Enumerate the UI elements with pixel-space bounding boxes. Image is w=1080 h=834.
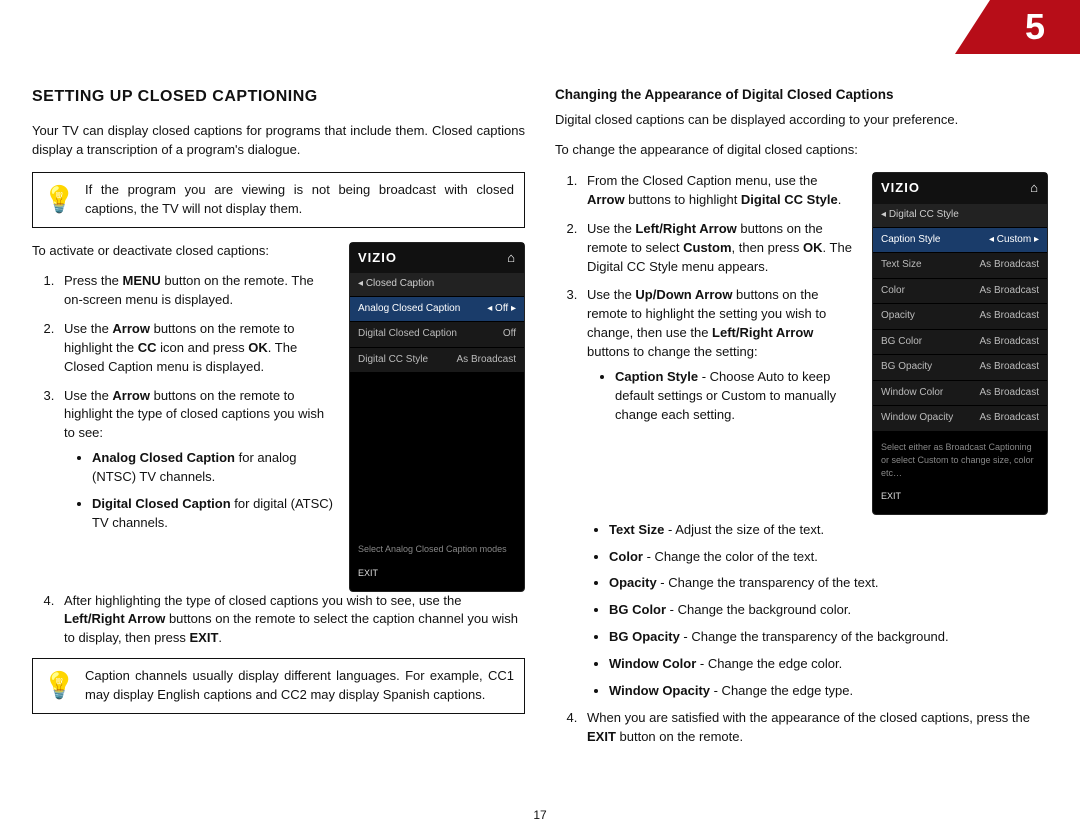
back-icon: ◂ [881, 209, 886, 220]
brand-label: VIZIO [881, 179, 920, 198]
tip-text: If the program you are viewing is not be… [85, 181, 514, 219]
tip-box-2: 💡 Caption channels usually display diffe… [32, 658, 525, 714]
menu-row: OpacityAs Broadcast [873, 303, 1047, 329]
brand-label: VIZIO [358, 249, 397, 268]
page-tab-angle [955, 0, 990, 54]
r-step-3: Use the Up/Down Arrow buttons on the rem… [581, 286, 858, 424]
r-bullet-bg-color: BG Color - Change the background color. [609, 601, 1048, 620]
menu-row-analog: Analog Closed Caption◂ Off ▸ [350, 296, 524, 322]
menu-row: ColorAs Broadcast [873, 278, 1047, 304]
right-intro: Digital closed captions can be displayed… [555, 111, 1048, 130]
menu-row-style: Digital CC StyleAs Broadcast [350, 347, 524, 373]
chapter-number: 5 [990, 0, 1080, 54]
menu-row: Caption Style◂ Custom ▸ [873, 227, 1047, 253]
screenshot-exit: EXIT [873, 485, 1047, 508]
step-1: Press the MENU button on the remote. The… [58, 272, 335, 310]
r-step-1: From the Closed Caption menu, use the Ar… [581, 172, 858, 210]
r-bullet-color: Color - Change the color of the text. [609, 548, 1048, 567]
bullet-analog: Analog Closed Caption for analog (NTSC) … [92, 449, 335, 487]
r-step-2: Use the Left/Right Arrow buttons on the … [581, 220, 858, 277]
home-icon: ⌂ [1030, 179, 1039, 198]
r-bullet-window-color: Window Color - Change the edge color. [609, 655, 1048, 674]
screenshot-footer: Select Analog Closed Caption modes [350, 537, 524, 561]
bulb-icon: 💡 [43, 667, 73, 705]
r-bullet-bg-opacity: BG Opacity - Change the transparency of … [609, 628, 1048, 647]
bulb-icon: 💡 [43, 181, 73, 219]
intro-text: Your TV can display closed captions for … [32, 122, 525, 160]
menu-row: BG ColorAs Broadcast [873, 329, 1047, 355]
home-icon: ⌂ [507, 249, 516, 268]
bullet-digital: Digital Closed Caption for digital (ATSC… [92, 495, 335, 533]
r-step-4: When you are satisfied with the appearan… [581, 709, 1048, 747]
r-bullet-opacity: Opacity - Change the transparency of the… [609, 574, 1048, 593]
tv-screenshot-closed-caption: VIZIO⌂ ◂ Closed Caption Analog Closed Ca… [349, 242, 525, 592]
r-bullet-text-size: Text Size - Adjust the size of the text. [609, 521, 1048, 540]
right-lead: To change the appearance of digital clos… [555, 141, 1048, 160]
tv-screenshot-digital-cc-style: VIZIO⌂ ◂ Digital CC Style Caption Style◂… [872, 172, 1048, 515]
left-column: SETTING UP CLOSED CAPTIONING Your TV can… [32, 85, 525, 756]
r-bullet-window-opacity: Window Opacity - Change the edge type. [609, 682, 1048, 701]
right-column: Changing the Appearance of Digital Close… [555, 85, 1048, 756]
tip-box-1: 💡 If the program you are viewing is not … [32, 172, 525, 228]
menu-row: Text SizeAs Broadcast [873, 252, 1047, 278]
step-2: Use the Arrow buttons on the remote to h… [58, 320, 335, 377]
r-bullet-caption-style: Caption Style - Choose Auto to keep defa… [615, 368, 858, 425]
screenshot-exit: EXIT [350, 562, 524, 585]
page-number: 17 [533, 807, 546, 824]
menu-row: Window OpacityAs Broadcast [873, 405, 1047, 431]
subsection-heading: Changing the Appearance of Digital Close… [555, 85, 1048, 105]
menu-row: BG OpacityAs Broadcast [873, 354, 1047, 380]
step-3: Use the Arrow buttons on the remote to h… [58, 387, 335, 533]
back-icon: ◂ [358, 278, 363, 289]
menu-row: Window ColorAs Broadcast [873, 380, 1047, 406]
menu-row-digital: Digital Closed CaptionOff [350, 321, 524, 347]
tip-text: Caption channels usually display differe… [85, 667, 514, 705]
activate-label: To activate or deactivate closed caption… [32, 242, 335, 261]
section-heading: SETTING UP CLOSED CAPTIONING [32, 85, 525, 108]
screenshot-footer: Select either as Broadcast Captioning or… [873, 435, 1047, 485]
step-4: After highlighting the type of closed ca… [58, 592, 525, 649]
